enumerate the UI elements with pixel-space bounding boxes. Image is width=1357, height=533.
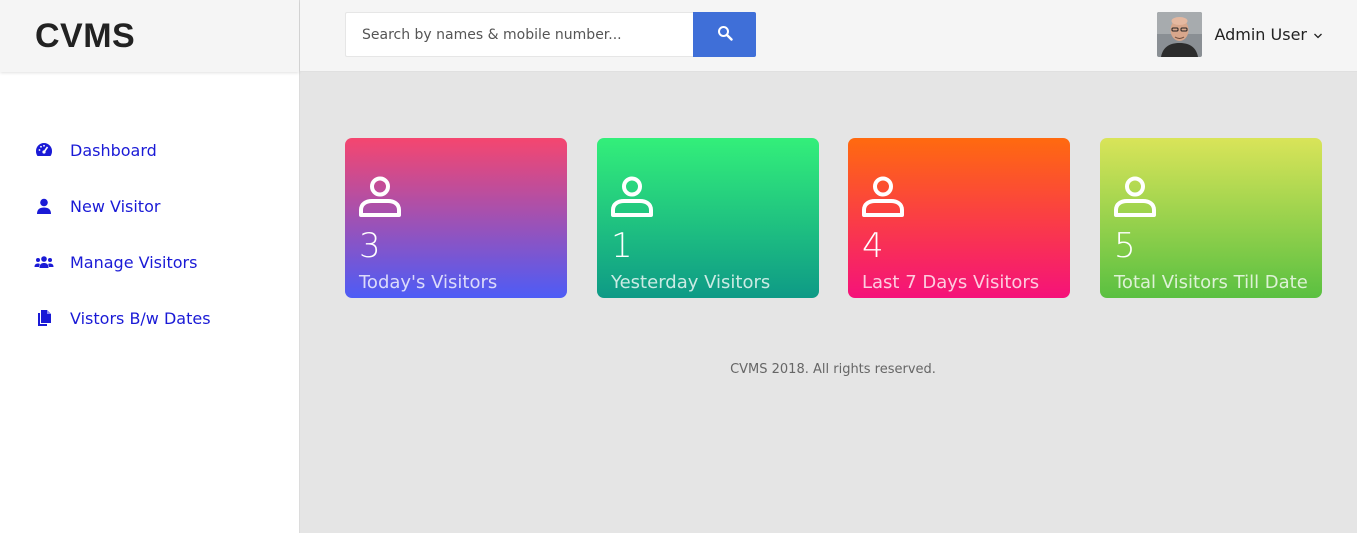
- sidebar-nav: Dashboard New Visitor Manage Visitors Vi…: [0, 72, 299, 346]
- sidebar-item-label: Manage Visitors: [70, 252, 198, 272]
- stat-card-total[interactable]: 5 Total Visitors Till Date: [1100, 138, 1322, 298]
- search-form: [345, 12, 756, 57]
- sidebar-item-new-visitor[interactable]: New Visitor: [0, 178, 299, 234]
- sidebar-item-label: Vistors B/w Dates: [70, 308, 211, 328]
- stat-value: 4: [862, 226, 884, 266]
- stat-label: Last 7 Days Visitors: [862, 272, 1040, 293]
- stat-card-today[interactable]: 3 Today's Visitors: [345, 138, 567, 298]
- search-input[interactable]: [345, 12, 693, 57]
- search-button[interactable]: [693, 12, 756, 57]
- stat-label: Today's Visitors: [359, 272, 498, 293]
- users-icon: [34, 252, 54, 272]
- stat-card-yesterday[interactable]: 1 Yesterday Visitors: [597, 138, 819, 298]
- user-outline-icon: [861, 176, 905, 222]
- stat-value: 1: [611, 226, 633, 266]
- user-outline-icon: [358, 176, 402, 222]
- sidebar: CVMS Dashboard New Visitor Manage Visito…: [0, 0, 300, 533]
- stat-label: Yesterday Visitors: [611, 272, 771, 293]
- stat-label: Total Visitors Till Date: [1114, 272, 1308, 293]
- avatar: [1157, 12, 1203, 57]
- stat-card-last-7-days[interactable]: 4 Last 7 Days Visitors: [848, 138, 1070, 298]
- stat-value: 3: [359, 226, 381, 266]
- user-outline-icon: [610, 176, 654, 222]
- search-icon: [717, 25, 733, 44]
- footer-copyright: CVMS 2018. All rights reserved.: [730, 362, 936, 377]
- sidebar-item-label: Dashboard: [70, 140, 157, 160]
- sidebar-item-label: New Visitor: [70, 196, 161, 216]
- top-bar: Admin User: [300, 0, 1357, 72]
- brand-header: CVMS: [0, 0, 299, 72]
- stat-value: 5: [1114, 226, 1136, 266]
- chevron-down-icon: [1313, 25, 1323, 44]
- user-outline-icon: [1113, 176, 1157, 222]
- brand-logo[interactable]: CVMS: [35, 17, 135, 56]
- sidebar-item-dashboard[interactable]: Dashboard: [0, 122, 299, 178]
- file-icon: [34, 308, 54, 328]
- user-menu[interactable]: Admin User: [1157, 12, 1323, 57]
- sidebar-item-manage-visitors[interactable]: Manage Visitors: [0, 234, 299, 290]
- sidebar-item-visitors-between-dates[interactable]: Vistors B/w Dates: [0, 290, 299, 346]
- user-name: Admin User: [1214, 25, 1307, 44]
- dashboard-icon: [34, 140, 54, 160]
- user-icon: [34, 196, 54, 216]
